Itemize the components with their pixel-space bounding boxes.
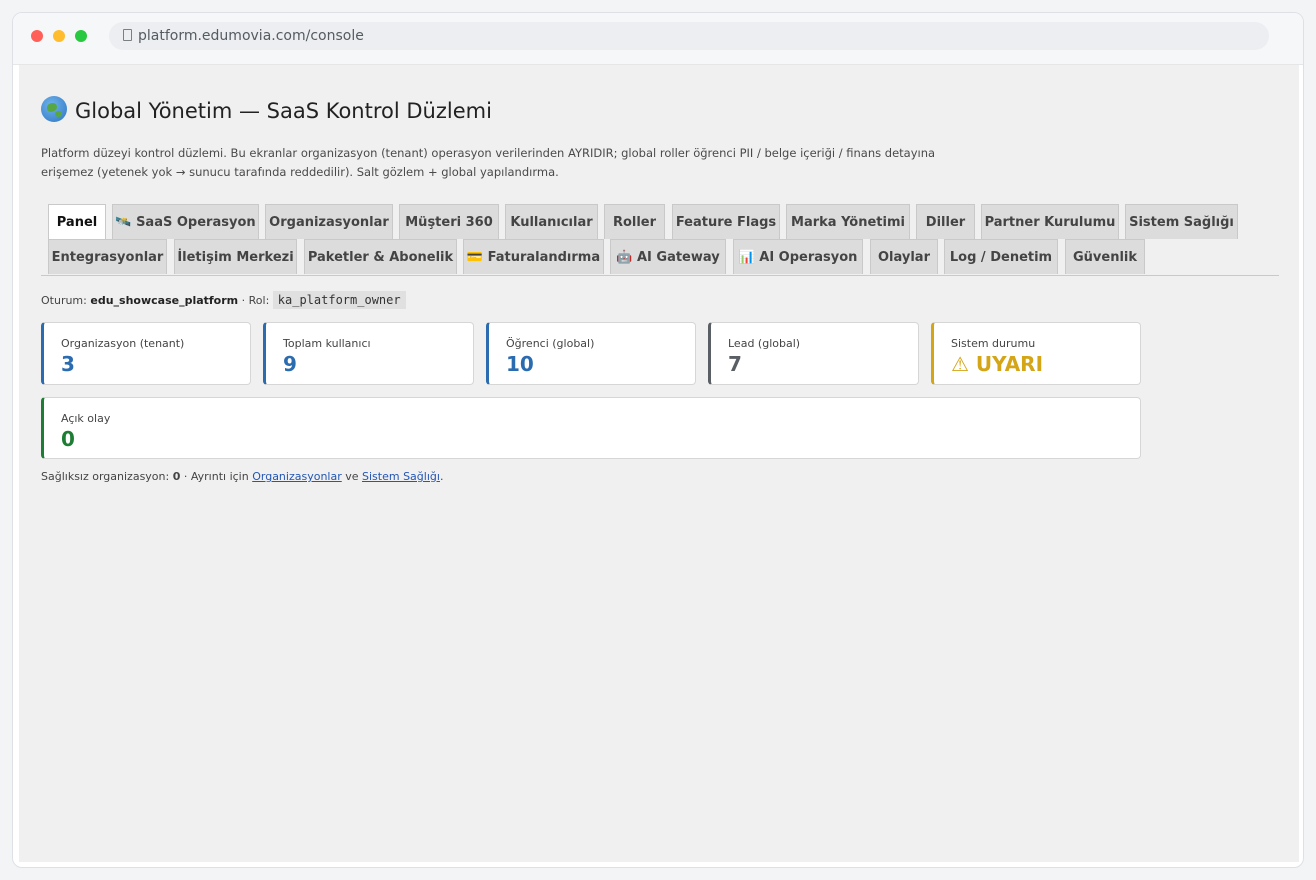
close-window-button[interactable]	[31, 30, 43, 42]
tab-partner-kurulumu[interactable]: Partner Kurulumu	[981, 204, 1119, 239]
tab-roller[interactable]: Roller	[604, 204, 665, 239]
page-content: Global Yönetim — SaaS Kontrol Düzlemi Pl…	[19, 65, 1299, 862]
tab-saas-operasyon[interactable]: 🛰️ SaaS Operasyon	[112, 204, 259, 239]
tab-marka-yonetimi[interactable]: Marka Yönetimi	[786, 204, 910, 239]
browser-window: platform.edumovia.com/console Global Yön…	[12, 12, 1304, 868]
session-role: ka_platform_owner	[272, 291, 406, 309]
unhealthy-count: 0	[172, 470, 181, 483]
page-description: Platform düzeyi kontrol düzlemi. Bu ekra…	[41, 146, 936, 179]
stat-label: Toplam kullanıcı	[283, 337, 371, 350]
page-title-text: Global Yönetim — SaaS Kontrol Düzlemi	[75, 99, 492, 123]
tab-kullanicilar[interactable]: Kullanıcılar	[505, 204, 598, 239]
session-info: Oturum: edu_showcase_platform · Rol: ka_…	[41, 290, 406, 311]
lock-icon	[123, 29, 132, 41]
stat-value: 10	[506, 352, 534, 376]
tab-sistem-sagligi[interactable]: Sistem Sağlığı	[1125, 204, 1238, 239]
stat-value: 9	[283, 352, 297, 376]
tab-organizasyonlar[interactable]: Organizasyonlar	[265, 204, 393, 239]
stat-value: 7	[728, 352, 742, 376]
stat-card-leads: Lead (global) 7	[708, 322, 919, 385]
tab-entegrasyonlar[interactable]: Entegrasyonlar	[48, 239, 167, 274]
session-prefix: Oturum:	[41, 294, 87, 307]
tab-olaylar[interactable]: Olaylar	[870, 239, 938, 274]
stat-label: Organizasyon (tenant)	[61, 337, 185, 350]
stat-label: Lead (global)	[728, 337, 801, 350]
tab-paketler-abonelik[interactable]: Paketler & Abonelik	[304, 239, 457, 274]
address-bar[interactable]: platform.edumovia.com/console	[109, 22, 1269, 50]
organizations-link[interactable]: Organizasyonlar	[252, 470, 342, 483]
page-title: Global Yönetim — SaaS Kontrol Düzlemi	[41, 96, 492, 123]
globe-icon	[41, 96, 67, 122]
tab-musteri-360[interactable]: Müşteri 360	[399, 204, 499, 239]
tab-log-denetim[interactable]: Log / Denetim	[944, 239, 1058, 274]
tab-guvenlik[interactable]: Güvenlik	[1065, 239, 1145, 274]
stat-card-users: Toplam kullanıcı 9	[263, 322, 474, 385]
stat-label: Açık olay	[61, 412, 111, 425]
session-role-prefix: · Rol:	[241, 294, 270, 307]
minimize-window-button[interactable]	[53, 30, 65, 42]
stat-label: Öğrenci (global)	[506, 337, 595, 350]
stat-card-system-status: Sistem durumu ⚠ UYARI	[931, 322, 1141, 385]
system-health-link[interactable]: Sistem Sağlığı	[362, 470, 440, 483]
note-end: .	[439, 470, 444, 483]
stat-label: Sistem durumu	[951, 337, 1036, 350]
stat-value: ⚠ UYARI	[951, 352, 1044, 376]
tab-ai-gateway[interactable]: 🤖 AI Gateway	[610, 239, 726, 274]
note-prefix: Sağlıksız organizasyon:	[41, 470, 170, 483]
session-user: edu_showcase_platform	[90, 294, 239, 307]
stat-value: 3	[61, 352, 75, 376]
tab-ai-operasyon[interactable]: 📊 AI Operasyon	[733, 239, 863, 274]
note-and: ve	[345, 470, 359, 483]
tab-panel[interactable]: Panel	[48, 204, 106, 239]
tab-diller[interactable]: Diller	[916, 204, 975, 239]
stat-card-students: Öğrenci (global) 10	[486, 322, 696, 385]
stat-card-open-incidents: Açık olay 0	[41, 397, 1141, 459]
tab-iletisim-merkezi[interactable]: İletişim Merkezi	[174, 239, 297, 274]
tab-bar: Panel 🛰️ SaaS Operasyon Organizasyonlar …	[41, 204, 1279, 276]
browser-chrome: platform.edumovia.com/console	[13, 13, 1303, 65]
stat-value: 0	[61, 427, 75, 451]
stat-card-organizations: Organizasyon (tenant) 3	[41, 322, 251, 385]
tab-feature-flags[interactable]: Feature Flags	[672, 204, 780, 239]
note-middle: · Ayrıntı için	[183, 470, 249, 483]
unhealthy-org-note: Sağlıksız organizasyon: 0 · Ayrıntı için…	[41, 470, 443, 483]
maximize-window-button[interactable]	[75, 30, 87, 42]
url-text: platform.edumovia.com/console	[138, 28, 364, 44]
tab-faturalandirma[interactable]: 💳 Faturalandırma	[463, 239, 604, 274]
